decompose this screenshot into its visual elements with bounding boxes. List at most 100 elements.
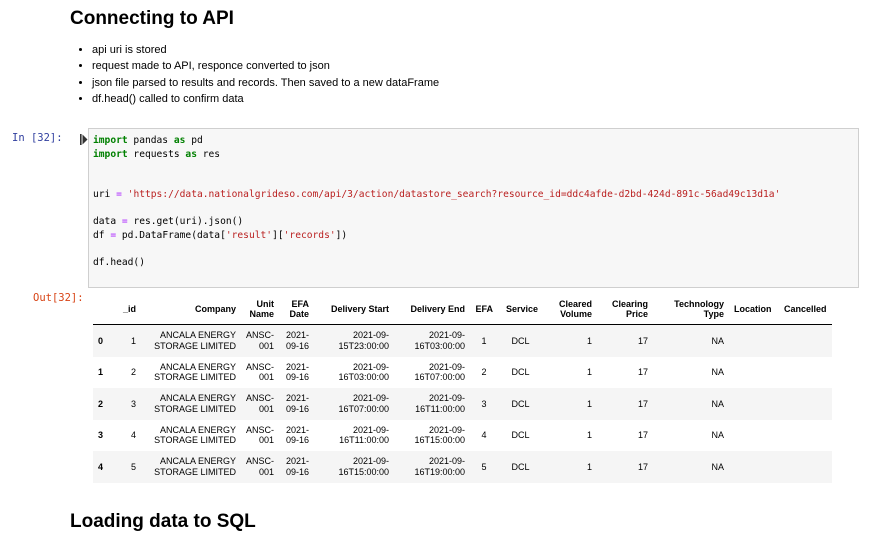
table-cell: 4 (130, 430, 136, 440)
table-cell: ANSC- 001 (246, 361, 275, 383)
table-cell: ANCALA ENERGY STORAGE LIMITED (154, 361, 236, 383)
table-cell: ANSC- 001 (246, 393, 275, 414)
index-header (93, 294, 113, 325)
list-item: request made to API, responce converted … (92, 58, 439, 74)
column-header: EFA (470, 294, 499, 325)
table-cell: 2021-09- 16T19:00:00 (414, 456, 466, 477)
table-cell: ANCALA ENERGY STORAGE LIMITED (154, 456, 236, 477)
table-cell: DCL (511, 430, 530, 440)
table-cell: 17 (638, 430, 649, 440)
column-header: Clearing Price (597, 294, 654, 325)
table-header-row: _id Company Unit Name EFA Date Delivery St… (93, 294, 832, 325)
table-cell: 2021- 09-16 (285, 424, 310, 446)
table-cell (729, 451, 777, 483)
column-header: Delivery Start (314, 294, 395, 325)
table-cell (777, 388, 832, 420)
list-item: api uri is stored (92, 42, 439, 58)
table-cell: 3 (130, 398, 136, 409)
table-cell: 3 (98, 430, 104, 440)
dataframe-table: _id Company Unit Name EFA Date Delivery St… (93, 294, 832, 483)
input-prompt: In [32]: (12, 132, 63, 144)
table-cell: 1 (587, 335, 593, 346)
next-section-heading: Loading data to SQL (70, 511, 256, 532)
table-cell: ANCALA ENERGY STORAGE LIMITED (154, 424, 236, 446)
table-cell: 1 (587, 398, 593, 409)
column-header: Company (141, 294, 241, 325)
table-cell: 2021-09- 16T03:00:00 (338, 361, 390, 383)
output-prompt: Out[32]: (33, 292, 84, 304)
table-cell: 2021-09- 15T23:00:00 (338, 330, 390, 351)
column-header: _id (113, 294, 141, 325)
table-cell (777, 325, 832, 357)
column-header: Location (729, 294, 777, 325)
table-cell: 0 (98, 335, 104, 346)
table-cell: ANCALA ENERGY STORAGE LIMITED (154, 330, 236, 351)
table-cell (729, 388, 777, 420)
table-cell (729, 420, 777, 452)
table-row: 3 4 ANCALA ENERGY STORAGE LIMITED ANSC- 001 20… (93, 420, 832, 452)
table-cell: 1 (130, 335, 136, 346)
table-cell: 2021- 09-16 (285, 330, 310, 351)
table-row: 2 3 ANCALA ENERGY STORAGE LIMITED ANSC- 001 20… (93, 388, 832, 420)
table-cell: 2021- 09-16 (285, 393, 310, 414)
table-cell: 2021-09- 16T07:00:00 (414, 361, 466, 383)
table-cell: 2021-09- 16T15:00:00 (414, 424, 466, 446)
table-cell: DCL (511, 461, 530, 472)
column-header: Service (498, 294, 544, 325)
table-cell: 17 (638, 335, 649, 346)
list-item: json file parsed to results and records.… (92, 75, 439, 91)
table-cell: ANCALA ENERGY STORAGE LIMITED (154, 393, 236, 414)
table-cell (729, 357, 777, 389)
table-cell: 5 (481, 461, 487, 472)
table-cell (777, 357, 832, 389)
table-cell: NA (711, 461, 725, 472)
table-cell: 2021- 09-16 (285, 361, 310, 383)
table-cell: NA (711, 430, 725, 440)
table-cell: 17 (638, 367, 649, 377)
table-cell: 1 (587, 367, 593, 377)
table-cell: 2 (98, 398, 104, 409)
table-cell: DCL (511, 398, 530, 409)
table-cell: 2021-09- 16T03:00:00 (414, 330, 466, 351)
table-row: 0 1 ANCALA ENERGY STORAGE LIMITED ANSC- 001 20… (93, 324, 832, 357)
table-cell (777, 420, 832, 452)
table-cell: 1 (481, 335, 487, 346)
table-cell: 2021-09- 16T07:00:00 (338, 393, 390, 414)
column-header: EFA Date (279, 294, 315, 325)
table-cell: 17 (638, 398, 649, 409)
table-cell: 2021-09- 16T11:00:00 (339, 424, 390, 446)
table-cell: 3 (481, 398, 487, 409)
table-cell: 2 (130, 367, 136, 377)
code-cell-input[interactable]: import pandas as pd import requests as r… (88, 128, 859, 288)
table-cell: NA (711, 335, 725, 346)
column-header: Technology Type (653, 294, 730, 325)
code-editor[interactable]: import pandas as pd import requests as r… (93, 134, 780, 269)
column-header: Delivery End (394, 294, 471, 325)
table-cell: 2021-09- 16T15:00:00 (338, 456, 390, 477)
table-cell: 2021- 09-16 (285, 456, 310, 477)
table-cell (777, 451, 832, 483)
table-cell: 4 (481, 430, 487, 440)
table-cell: NA (711, 398, 725, 409)
run-cell-icon[interactable] (80, 134, 88, 145)
table-cell (729, 325, 777, 357)
bullet-list: api uri is stored request made to API, r… (70, 42, 439, 107)
column-header: Cleared Volume (543, 294, 598, 325)
table-cell: 1 (98, 367, 104, 377)
table-cell: NA (711, 367, 725, 377)
table-row: 4 5 ANCALA ENERGY STORAGE LIMITED ANSC- 001 20… (93, 451, 832, 483)
column-header: Unit Name (241, 294, 280, 325)
section-heading: Connecting to API (70, 8, 234, 29)
table-cell: 17 (638, 461, 649, 472)
column-header: Cancelled (776, 294, 832, 325)
list-item: df.head() called to confirm data (92, 91, 439, 107)
table-cell: DCL (511, 367, 530, 377)
table-cell: ANSC- 001 (246, 330, 275, 351)
table-cell: 2021-09- 16T11:00:00 (415, 393, 466, 414)
table-cell: 2 (481, 367, 487, 377)
table-row: 1 2 ANCALA ENERGY STORAGE LIMITED ANSC- 001 20… (93, 357, 832, 389)
table-cell: DCL (511, 335, 530, 346)
table-cell: 1 (587, 430, 593, 440)
table-cell: 5 (130, 461, 136, 472)
table-cell: 1 (587, 461, 593, 472)
